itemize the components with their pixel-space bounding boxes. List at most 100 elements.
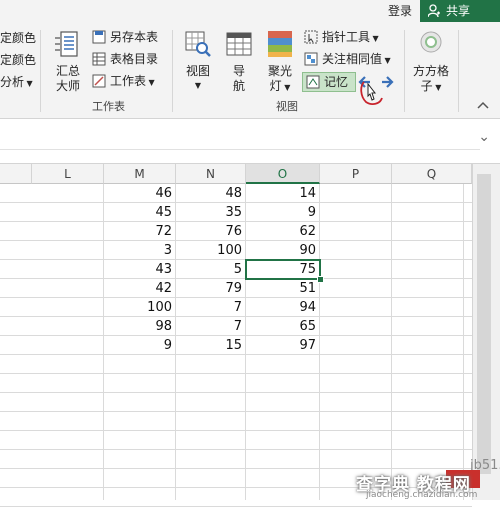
grid-cell[interactable] xyxy=(32,260,104,279)
person-add-icon xyxy=(428,4,440,18)
grid-cell[interactable]: 35 xyxy=(176,203,246,222)
grid-cell[interactable]: 100 xyxy=(176,241,246,260)
save-copy-icon xyxy=(92,30,106,44)
watermark-url: jiaocheng.chazidian.com xyxy=(366,490,478,500)
share-label: 共享 xyxy=(446,4,471,18)
grid-cell[interactable]: 79 xyxy=(176,279,246,298)
grid-cell[interactable]: 100 xyxy=(104,298,176,317)
ribbon-left-item-1[interactable]: 定颜色 xyxy=(0,30,36,46)
column-header-blank[interactable] xyxy=(0,164,32,184)
share-button[interactable]: 共享 xyxy=(420,0,500,22)
view-button[interactable]: 视图 ▼ xyxy=(180,28,216,98)
grid-cell[interactable]: 51 xyxy=(246,279,320,298)
summary-label-2: 大师 xyxy=(55,79,80,93)
memory-label: 记忆 xyxy=(324,75,349,89)
dropdown-caret-icon: ▼ xyxy=(382,56,391,65)
grid-cell[interactable]: 90 xyxy=(246,241,320,260)
spotlight-icon xyxy=(268,31,292,57)
fangfang-label-1: 方方格 xyxy=(412,64,449,78)
grid-cell[interactable]: 94 xyxy=(246,298,320,317)
fangfang-label-2-wrap: 子 ▼ xyxy=(408,79,454,95)
grid-cell[interactable]: 62 xyxy=(246,222,320,241)
scrollbar-thumb[interactable] xyxy=(477,174,491,474)
summary-label-1: 汇总 xyxy=(55,64,80,78)
spotlight-button[interactable]: 聚光 灯 ▼ xyxy=(262,28,298,98)
grid-cell[interactable]: 76 xyxy=(176,222,246,241)
spreadsheet-grid[interactable]: L M N O P Q 46 48 14 45 35 9 72 76 62 3 100 90 43 5 75… xyxy=(0,164,472,507)
grid-line xyxy=(463,184,464,500)
fangfang-grid-button[interactable]: 方方格 子 ▼ xyxy=(408,28,454,98)
spotlight-label-2: 灯 xyxy=(269,79,282,93)
nav-button[interactable]: 导 航 xyxy=(222,28,256,98)
column-header-l[interactable]: L xyxy=(32,164,104,184)
grid-cell[interactable]: 97 xyxy=(246,336,320,355)
pointer-tool-label: 指针工具 xyxy=(322,30,371,44)
grid-cell[interactable]: 98 xyxy=(104,317,176,336)
signin-link[interactable]: 登录 xyxy=(382,1,418,21)
grid-cell[interactable] xyxy=(32,222,104,241)
grid-cell[interactable]: 43 xyxy=(104,260,176,279)
grid-cell[interactable]: 7 xyxy=(176,317,246,336)
fill-handle[interactable] xyxy=(317,276,324,283)
grid-cell[interactable]: 15 xyxy=(176,336,246,355)
ribbon-left-item-3[interactable]: 分析 ▼ xyxy=(0,74,33,92)
spotlight-label-2-wrap: 灯 ▼ xyxy=(262,79,298,95)
fangfang-logo-icon xyxy=(420,31,442,53)
watermark: jb51.net 查字典 教程网 jiaocheng.chazidian.com xyxy=(352,458,500,500)
memory-button[interactable]: 记忆 xyxy=(302,72,356,92)
nav-label-1: 导 xyxy=(232,64,245,78)
vertical-scrollbar[interactable] xyxy=(472,164,500,500)
grid-cell[interactable] xyxy=(32,298,104,317)
grid-cell[interactable]: 3 xyxy=(104,241,176,260)
mouse-cursor-hand-icon xyxy=(360,81,383,105)
group-label-view: 视图 xyxy=(276,100,298,113)
expand-formula-icon[interactable]: ⌄ xyxy=(478,129,490,145)
grid-cell[interactable]: 48 xyxy=(176,184,246,203)
grid-cell[interactable]: 46 xyxy=(104,184,176,203)
summary-master-button[interactable]: 汇总 大师 xyxy=(48,28,88,98)
grid-cell[interactable] xyxy=(32,317,104,336)
selected-cell-o7[interactable] xyxy=(245,259,321,280)
column-header-m[interactable]: M xyxy=(104,164,176,184)
grid-cell[interactable] xyxy=(32,184,104,203)
column-header-n[interactable]: N xyxy=(176,164,246,184)
memory-icon xyxy=(306,75,320,89)
grid-cell[interactable]: 65 xyxy=(246,317,320,336)
ribbon-left-item-2[interactable]: 定颜色 xyxy=(0,52,36,68)
ribbon-separator xyxy=(40,30,41,112)
grid-cell[interactable] xyxy=(32,203,104,222)
fangfang-label-2: 子 xyxy=(420,79,433,93)
grid-cell[interactable]: 72 xyxy=(104,222,176,241)
pointer-tool-label-wrap: 指针工具 ▼ xyxy=(322,28,379,48)
column-header-o[interactable]: O xyxy=(246,164,320,184)
grid-cell[interactable] xyxy=(32,241,104,260)
grid-cell[interactable] xyxy=(32,279,104,298)
grid-cell[interactable]: 9 xyxy=(104,336,176,355)
dropdown-caret-icon: ▼ xyxy=(146,78,155,87)
dropdown-caret-icon: ▼ xyxy=(432,83,442,92)
formula-bar[interactable]: ⌄ xyxy=(0,119,500,164)
collapse-ribbon-icon[interactable] xyxy=(476,100,490,110)
grid-cell[interactable]: 14 xyxy=(246,184,320,203)
dropdown-caret-icon: ▼ xyxy=(24,79,33,88)
dropdown-caret-icon: ▼ xyxy=(194,81,202,90)
grid-cell[interactable]: 5 xyxy=(176,260,246,279)
row-line xyxy=(0,392,472,393)
ribbon-separator xyxy=(458,30,459,112)
grid-cell[interactable]: 42 xyxy=(104,279,176,298)
dropdown-caret-icon: ▼ xyxy=(370,34,379,43)
focus-same-label: 关注相同值 xyxy=(322,52,383,66)
ribbon: 登录 共享 定颜色 定颜色 分析 ▼ 汇总 大师 另存本表 表格目录 工作表 ▼… xyxy=(0,0,500,119)
spotlight-label-1: 聚光 xyxy=(267,64,292,78)
table-directory-icon xyxy=(92,52,106,66)
grid-cell[interactable]: 7 xyxy=(176,298,246,317)
grid-cell[interactable]: 45 xyxy=(104,203,176,222)
grid-cell[interactable]: 9 xyxy=(246,203,320,222)
nav-label-2: 航 xyxy=(232,79,245,93)
grid-cell[interactable] xyxy=(32,336,104,355)
row-line xyxy=(0,449,472,450)
focus-same-label-wrap: 关注相同值 ▼ xyxy=(322,50,391,70)
column-header-q[interactable]: Q xyxy=(392,164,472,184)
column-header-p[interactable]: P xyxy=(320,164,392,184)
nav-grid-icon xyxy=(226,32,252,56)
